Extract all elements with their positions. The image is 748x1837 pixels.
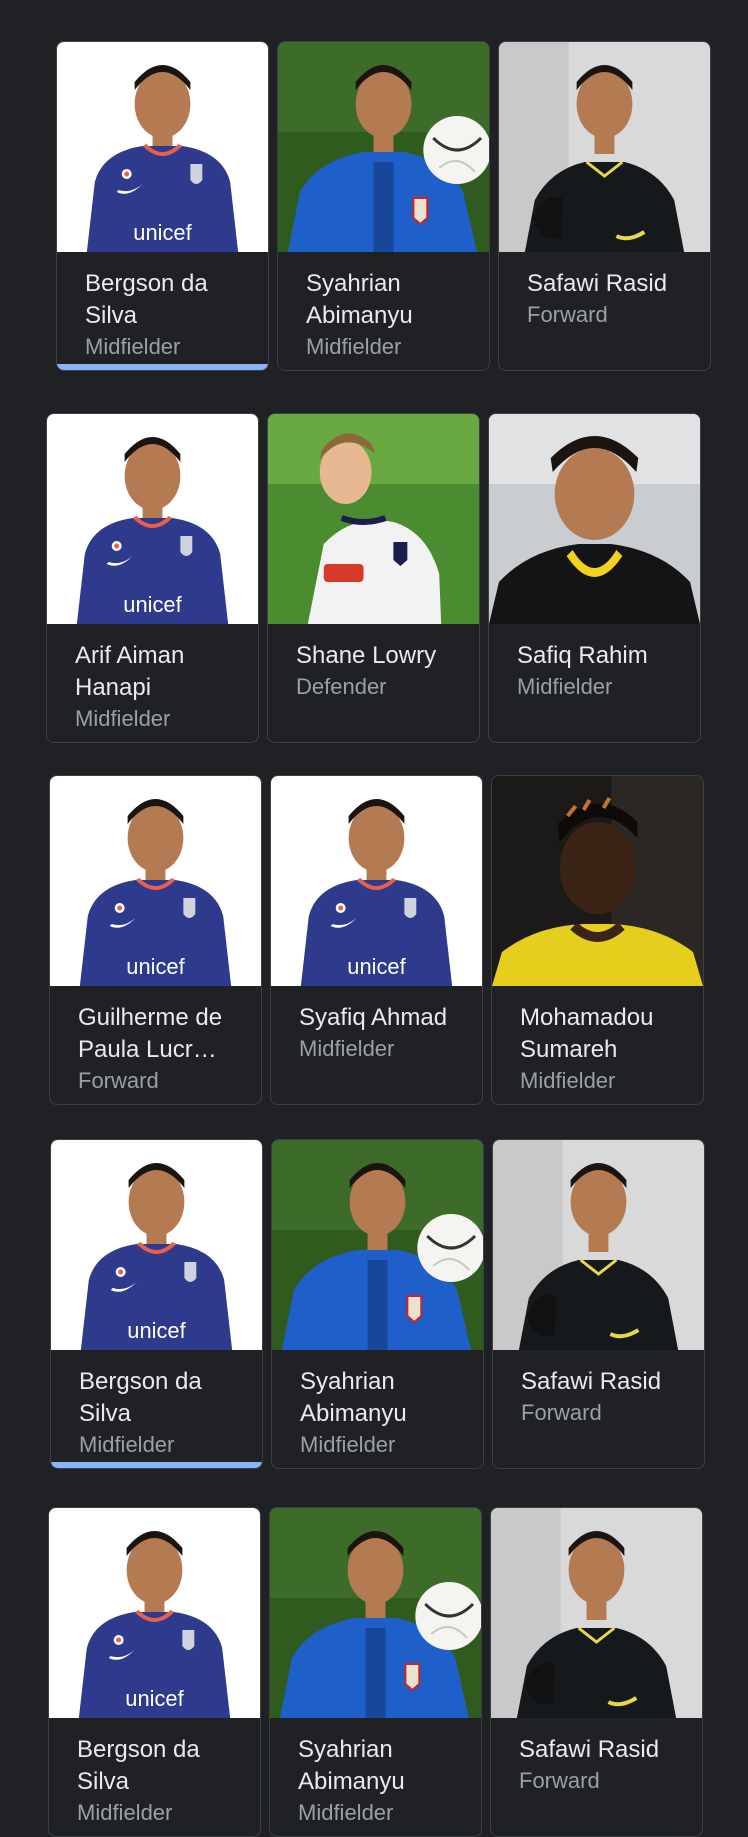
player-position: Forward [519, 1768, 600, 1793]
player-name: Shane Lowry [296, 642, 437, 669]
player-position: Defender [296, 674, 387, 699]
black-tracksuit-photo [499, 42, 710, 252]
player-info: Shane Lowry Defender [296, 640, 469, 702]
player-info: Bergson da Silva Midfielder [85, 268, 258, 362]
player-position: Forward [521, 1400, 602, 1425]
player-name: Mohamadou Sumareh [520, 1004, 654, 1063]
player-card[interactable]: unicef Syafiq Ahmad Midfielder [270, 775, 483, 1105]
player-info: Safawi Rasid Forward [519, 1734, 692, 1796]
player-name: Safawi Rasid [521, 1368, 662, 1395]
player-card[interactable]: unicef Guilherme de Paula Lucr… Forward [49, 775, 262, 1105]
player-card[interactable]: Mohamadou Sumareh Midfielder [491, 775, 704, 1105]
newcastle-jersey-ball-photo [278, 42, 489, 252]
player-name: Syafiq Ahmad [299, 1004, 448, 1031]
player-info: Syahrian Abimanyu Midfielder [300, 1366, 473, 1460]
player-position: Midfielder [300, 1432, 396, 1457]
player-position: Forward [527, 302, 608, 327]
svg-text:unicef: unicef [347, 954, 406, 979]
player-card[interactable]: Safawi Rasid Forward [490, 1507, 703, 1837]
player-position: Midfielder [85, 334, 181, 359]
player-name: Syahrian Abimanyu [298, 1736, 405, 1795]
svg-text:unicef: unicef [125, 1686, 184, 1711]
player-info: Bergson da Silva Midfielder [77, 1734, 250, 1828]
player-position: Midfielder [306, 334, 402, 359]
black-tracksuit-photo [493, 1140, 704, 1350]
player-position: Midfielder [79, 1432, 175, 1457]
player-card[interactable]: unicef Bergson da Silva Midfielder [56, 41, 269, 371]
svg-text:unicef: unicef [126, 954, 185, 979]
player-card[interactable]: Safiq Rahim Midfielder [488, 413, 701, 743]
black-tracksuit-photo [491, 1508, 702, 1718]
selected-indicator [51, 1462, 262, 1468]
player-info: Mohamadou Sumareh Midfielder [520, 1002, 693, 1096]
player-name: Bergson da Silva [85, 270, 208, 329]
player-card[interactable]: Safawi Rasid Forward [492, 1139, 705, 1469]
player-position: Forward [78, 1068, 159, 1093]
jdt-blue-jersey-photo: unicef [271, 776, 482, 986]
player-info: Syafiq Ahmad Midfielder [299, 1002, 472, 1064]
player-info: Syahrian Abimanyu Midfielder [306, 268, 479, 362]
player-name: Guilherme de Paula Lucr… [78, 1004, 223, 1063]
player-info: Bergson da Silva Midfielder [79, 1366, 252, 1460]
player-name: Safawi Rasid [519, 1736, 660, 1763]
jdt-blue-jersey-photo: unicef [47, 414, 258, 624]
player-info: Safawi Rasid Forward [521, 1366, 694, 1428]
player-name: Safawi Rasid [527, 270, 668, 297]
player-name: Bergson da Silva [79, 1368, 202, 1427]
player-info: Arif Aiman Hanapi Midfielder [75, 640, 248, 734]
player-name: Syahrian Abimanyu [306, 270, 413, 329]
jdt-blue-jersey-photo: unicef [50, 776, 261, 986]
svg-text:unicef: unicef [127, 1318, 186, 1343]
player-card[interactable]: Syahrian Abimanyu Midfielder [271, 1139, 484, 1469]
player-info: Safawi Rasid Forward [527, 268, 700, 330]
jdt-blue-jersey-photo: unicef [57, 42, 268, 252]
jdt-blue-jersey-photo: unicef [51, 1140, 262, 1350]
player-info: Safiq Rahim Midfielder [517, 640, 690, 702]
player-name: Syahrian Abimanyu [300, 1368, 407, 1427]
player-position: Midfielder [520, 1068, 616, 1093]
player-position: Midfielder [77, 1800, 173, 1825]
player-position: Midfielder [298, 1800, 394, 1825]
player-name: Bergson da Silva [77, 1736, 200, 1795]
player-position: Midfielder [75, 706, 171, 731]
player-card[interactable]: unicef Bergson da Silva Midfielder [48, 1507, 261, 1837]
jdt-blue-jersey-photo: unicef [49, 1508, 260, 1718]
newcastle-jersey-ball-photo [270, 1508, 481, 1718]
player-card[interactable]: unicef Bergson da Silva Midfielder [50, 1139, 263, 1469]
player-name: Arif Aiman Hanapi [75, 642, 185, 701]
black-yellow-jersey-photo [489, 414, 700, 624]
white-jersey-grass-photo [268, 414, 479, 624]
svg-text:unicef: unicef [133, 220, 192, 245]
player-card[interactable]: Syahrian Abimanyu Midfielder [269, 1507, 482, 1837]
yellow-jersey-photo [492, 776, 703, 986]
newcastle-jersey-ball-photo [272, 1140, 483, 1350]
svg-text:unicef: unicef [123, 592, 182, 617]
player-card[interactable]: Shane Lowry Defender [267, 413, 480, 743]
player-card[interactable]: Safawi Rasid Forward [498, 41, 711, 371]
selected-indicator [57, 364, 268, 370]
player-info: Guilherme de Paula Lucr… Forward [78, 1002, 251, 1096]
player-card[interactable]: unicef Arif Aiman Hanapi Midfielder [46, 413, 259, 743]
player-card[interactable]: Syahrian Abimanyu Midfielder [277, 41, 490, 371]
player-info: Syahrian Abimanyu Midfielder [298, 1734, 471, 1828]
player-position: Midfielder [299, 1036, 395, 1061]
player-name: Safiq Rahim [517, 642, 648, 669]
player-position: Midfielder [517, 674, 613, 699]
